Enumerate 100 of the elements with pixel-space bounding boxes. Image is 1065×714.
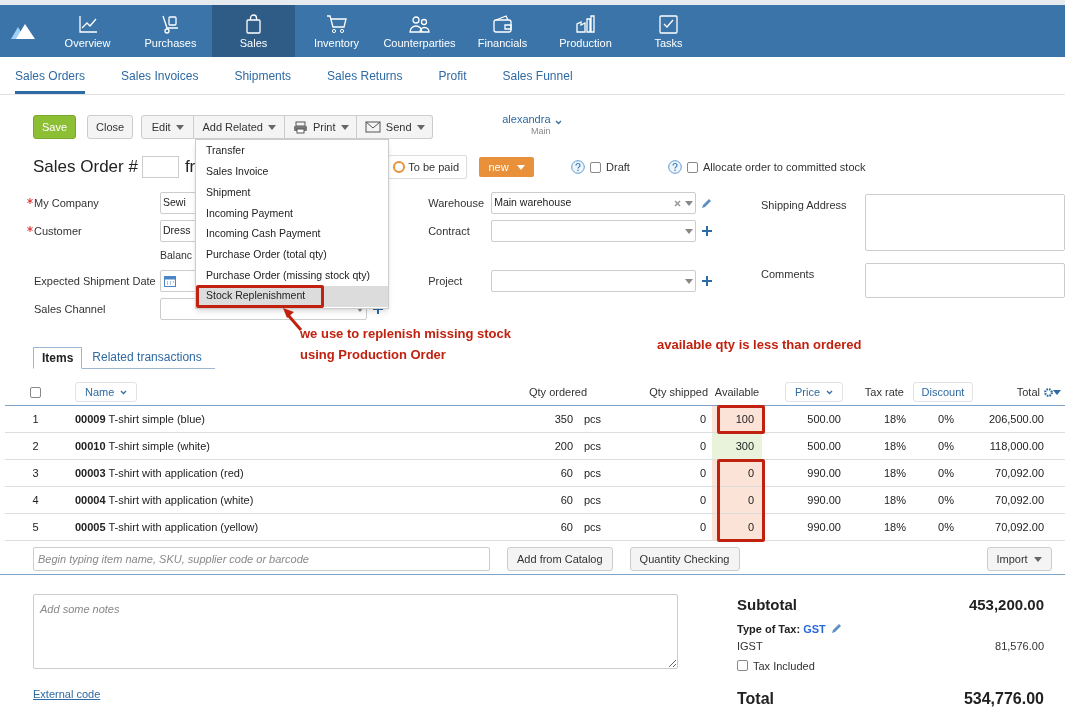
checkbox[interactable] [737, 660, 748, 672]
table-cell: 18% [883, 493, 906, 506]
menu-button[interactable]: Add Related [194, 115, 286, 139]
document-title: Sales Order # [33, 156, 138, 179]
subnav-tab[interactable]: Shipments [234, 57, 292, 94]
nav-item[interactable]: Purchases [129, 5, 212, 57]
external-code-link[interactable]: External code [33, 686, 101, 703]
order-number-field[interactable] [141, 156, 179, 178]
table-cell: 70,092.00 [995, 466, 1044, 479]
pencil-icon[interactable] [701, 197, 713, 209]
nav-item[interactable]: Counterparties [378, 5, 461, 57]
text-area-field[interactable] [865, 194, 1065, 251]
caret-icon [267, 124, 276, 130]
user-name[interactable]: alexandra [502, 114, 551, 125]
annotation-text: we use to replenish missing stock using Production Order [300, 325, 511, 364]
menu-item[interactable]: Transfer [196, 141, 388, 162]
menu-item[interactable]: Incoming Cash Payment [196, 223, 388, 245]
pencil-icon[interactable] [830, 623, 842, 635]
nav-item[interactable]: Tasks [627, 5, 710, 57]
subnav-tab[interactable]: Sales Returns [327, 57, 403, 94]
column-button[interactable]: Discount [912, 382, 974, 402]
menu-button[interactable]: Print [285, 115, 358, 139]
table-cell: 0 [699, 466, 706, 479]
organization-label: Main [531, 127, 551, 136]
item-name[interactable]: 00010 T-shirt simple (white) [75, 439, 210, 452]
nav-item[interactable]: Financials [461, 5, 544, 57]
item-name[interactable]: 00004 T-shirt with application (white) [75, 493, 254, 506]
close-button[interactable]: Close [87, 115, 134, 139]
checkbox-label: Tax Included [753, 658, 815, 674]
menu-item[interactable]: Purchase Order (missing stock qty) [196, 265, 388, 286]
subtotal-label: Subtotal [737, 595, 797, 615]
notes-field[interactable]: Add some notes [33, 594, 678, 669]
unit-label: pcs [584, 492, 602, 508]
caret-icon [685, 200, 694, 206]
people-icon [408, 13, 431, 35]
caret-icon [685, 278, 694, 284]
tax-type-link[interactable]: GST [803, 620, 826, 637]
table-cell: 0 [699, 412, 706, 425]
subnav-tab[interactable]: Profit [438, 57, 467, 94]
nav-item[interactable]: Inventory [295, 5, 378, 57]
import-button[interactable]: Import [986, 547, 1052, 571]
table-cell: 990.00 [807, 520, 841, 533]
help-icon [571, 160, 586, 174]
from-label: fr [184, 156, 196, 179]
table-cell: 60 [560, 493, 573, 506]
checkbox-label: Draft [606, 159, 630, 175]
table-cell: 990.00 [807, 466, 841, 479]
table-cell: 206,500.00 [988, 412, 1044, 425]
item-search-field[interactable]: Begin typing item name, SKU, supplier code or barcode [33, 547, 490, 571]
select-all-checkbox[interactable] [30, 386, 41, 398]
nav-item[interactable]: Production [544, 5, 627, 57]
subnav-tab[interactable]: Sales Invoices [121, 57, 199, 94]
tab[interactable]: Related transactions [82, 346, 212, 368]
checkbox[interactable] [686, 161, 698, 173]
dropdown-field[interactable]: Main warehouse [491, 192, 697, 214]
table-cell: 18% [883, 466, 906, 479]
item-name[interactable]: 00003 T-shirt with application (red) [75, 466, 244, 479]
field-label: My Company [34, 195, 99, 211]
subnav-tab[interactable]: Sales Funnel [502, 57, 573, 94]
field-label: Customer [34, 223, 82, 239]
nav-item[interactable]: Overview [46, 5, 129, 57]
menu-button[interactable]: Send [357, 115, 434, 139]
plus-icon[interactable] [701, 225, 714, 237]
subnav-tab[interactable]: Sales Orders [15, 57, 86, 94]
caret-icon [1033, 556, 1042, 562]
sort-button[interactable]: Name [75, 382, 138, 402]
wallet-icon [491, 13, 514, 35]
table-cell: 0 [699, 520, 706, 533]
action-button[interactable]: Quantity Checking [629, 547, 740, 571]
unit-label: pcs [584, 411, 602, 427]
menu-item[interactable]: Sales Invoice [196, 161, 388, 183]
nav-item[interactable]: Sales [212, 5, 295, 57]
table-cell: 350 [554, 412, 573, 425]
caret-icon [340, 124, 349, 130]
action-button[interactable]: Add from Catalog [507, 547, 613, 571]
checkbox[interactable] [590, 161, 602, 173]
cart-icon [325, 13, 348, 35]
menu-button[interactable]: Edit [141, 115, 195, 139]
dropdown-field[interactable] [491, 220, 697, 242]
plus-icon[interactable] [701, 275, 714, 287]
menu-item[interactable]: Shipment [196, 182, 388, 204]
menu-item[interactable]: Incoming Payment [196, 203, 388, 224]
item-name[interactable]: 00009 T-shirt simple (blue) [75, 412, 206, 425]
clear-icon[interactable] [674, 199, 682, 207]
dropdown-field[interactable] [491, 270, 697, 292]
text-area-field[interactable] [865, 263, 1065, 298]
chevron-icon [120, 389, 128, 395]
availability-cell: 300 [712, 433, 762, 459]
menu-item[interactable]: Purchase Order (total qty) [196, 244, 388, 266]
settings-icon[interactable] [1044, 387, 1053, 397]
sort-button[interactable]: Price [784, 382, 844, 402]
field-label: Project [428, 273, 464, 289]
row-number: 4 [32, 492, 39, 508]
item-name[interactable]: 00005 T-shirt with application (yellow) [75, 520, 259, 533]
table-cell: 60 [560, 520, 573, 533]
caret-icon [175, 124, 184, 130]
field-label: Sales Channel [34, 301, 106, 317]
row-number: 5 [32, 519, 39, 535]
table-cell: 70,092.00 [995, 493, 1044, 506]
tab[interactable]: Items [33, 347, 83, 369]
